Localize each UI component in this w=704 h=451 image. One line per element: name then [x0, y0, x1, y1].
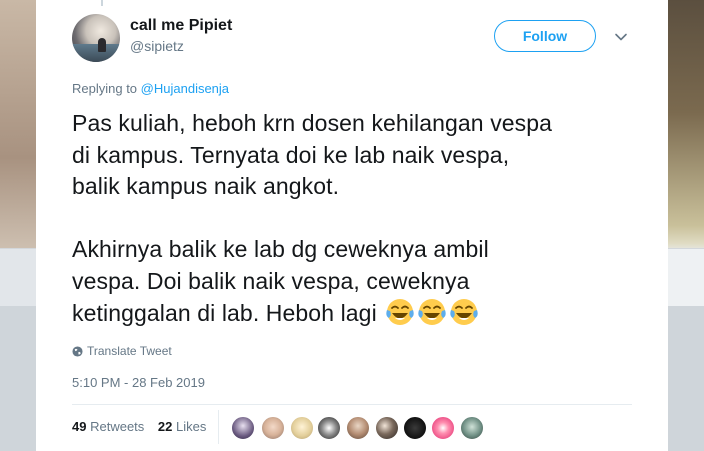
tweet-line-with-emoji: ketinggalan di lab. Heboh lagi [72, 297, 632, 330]
globe-icon [72, 346, 83, 357]
tweet-line: di kampus. Ternyata doi ke lab naik vesp… [72, 141, 510, 168]
author-avatar[interactable] [72, 14, 120, 62]
background-card-edge [668, 248, 704, 307]
retweets-stat[interactable]: 49 Retweets [72, 419, 144, 434]
liker-avatar[interactable] [316, 415, 342, 441]
chevron-down-icon[interactable] [614, 30, 628, 44]
background-overlay [0, 306, 36, 451]
thread-connector [101, 0, 103, 6]
stats-separator [218, 410, 219, 444]
background-card-edge [0, 248, 36, 307]
face-with-tears-of-joy-icon [386, 299, 414, 325]
tweet-line: balik kampus naik angkot. [72, 173, 340, 199]
retweets-count: 49 [72, 419, 87, 434]
translate-tweet-link[interactable]: Translate Tweet [72, 344, 172, 358]
liker-avatar[interactable] [260, 415, 286, 441]
follow-button[interactable]: Follow [494, 20, 596, 52]
liker-avatar[interactable] [430, 415, 456, 441]
replying-prefix: Replying to [72, 81, 138, 96]
liker-avatar[interactable] [289, 415, 315, 441]
divider [72, 404, 632, 405]
tweet-text: Pas kuliah, heboh krn dosen kehilangan v… [72, 108, 632, 330]
background-photo-left [0, 0, 36, 451]
replying-to-mention[interactable]: @Hujandisenja [141, 81, 229, 96]
translate-label: Translate Tweet [87, 344, 172, 358]
face-with-tears-of-joy-icon [450, 299, 478, 325]
liker-avatar[interactable] [459, 415, 485, 441]
liker-avatar[interactable] [402, 415, 428, 441]
tweet-line: Pas kuliah, heboh krn dosen kehilangan v… [72, 110, 553, 136]
likes-stat[interactable]: 22 Likes [158, 419, 206, 434]
tweet-stats: 49 Retweets 22 Likes [72, 419, 206, 434]
replying-to-line: Replying to @Hujandisenja [72, 81, 229, 96]
author-handle[interactable]: @sipietz [130, 38, 184, 54]
liker-avatar[interactable] [230, 415, 256, 441]
likes-count: 22 [157, 419, 173, 434]
tweet-timestamp[interactable]: 5:10 PM - 28 Feb 2019 [72, 375, 205, 390]
retweets-label: Retweets [90, 419, 145, 434]
background-photo-right [668, 0, 704, 451]
liker-avatar[interactable] [345, 415, 371, 441]
tweet-line: Akhirnya balik ke lab dg ceweknya ambil [72, 236, 489, 262]
tweet-line: vespa. Doi balik naik vespa, ceweknya [72, 267, 470, 294]
author-name[interactable]: call me Pipiet [130, 17, 232, 35]
likes-label: Likes [176, 419, 207, 434]
liker-avatar[interactable] [374, 415, 400, 441]
tweet-card: call me Pipiet @sipietz Follow Replying … [36, 0, 668, 451]
face-with-tears-of-joy-icon [418, 299, 446, 325]
background-overlay [668, 306, 704, 451]
